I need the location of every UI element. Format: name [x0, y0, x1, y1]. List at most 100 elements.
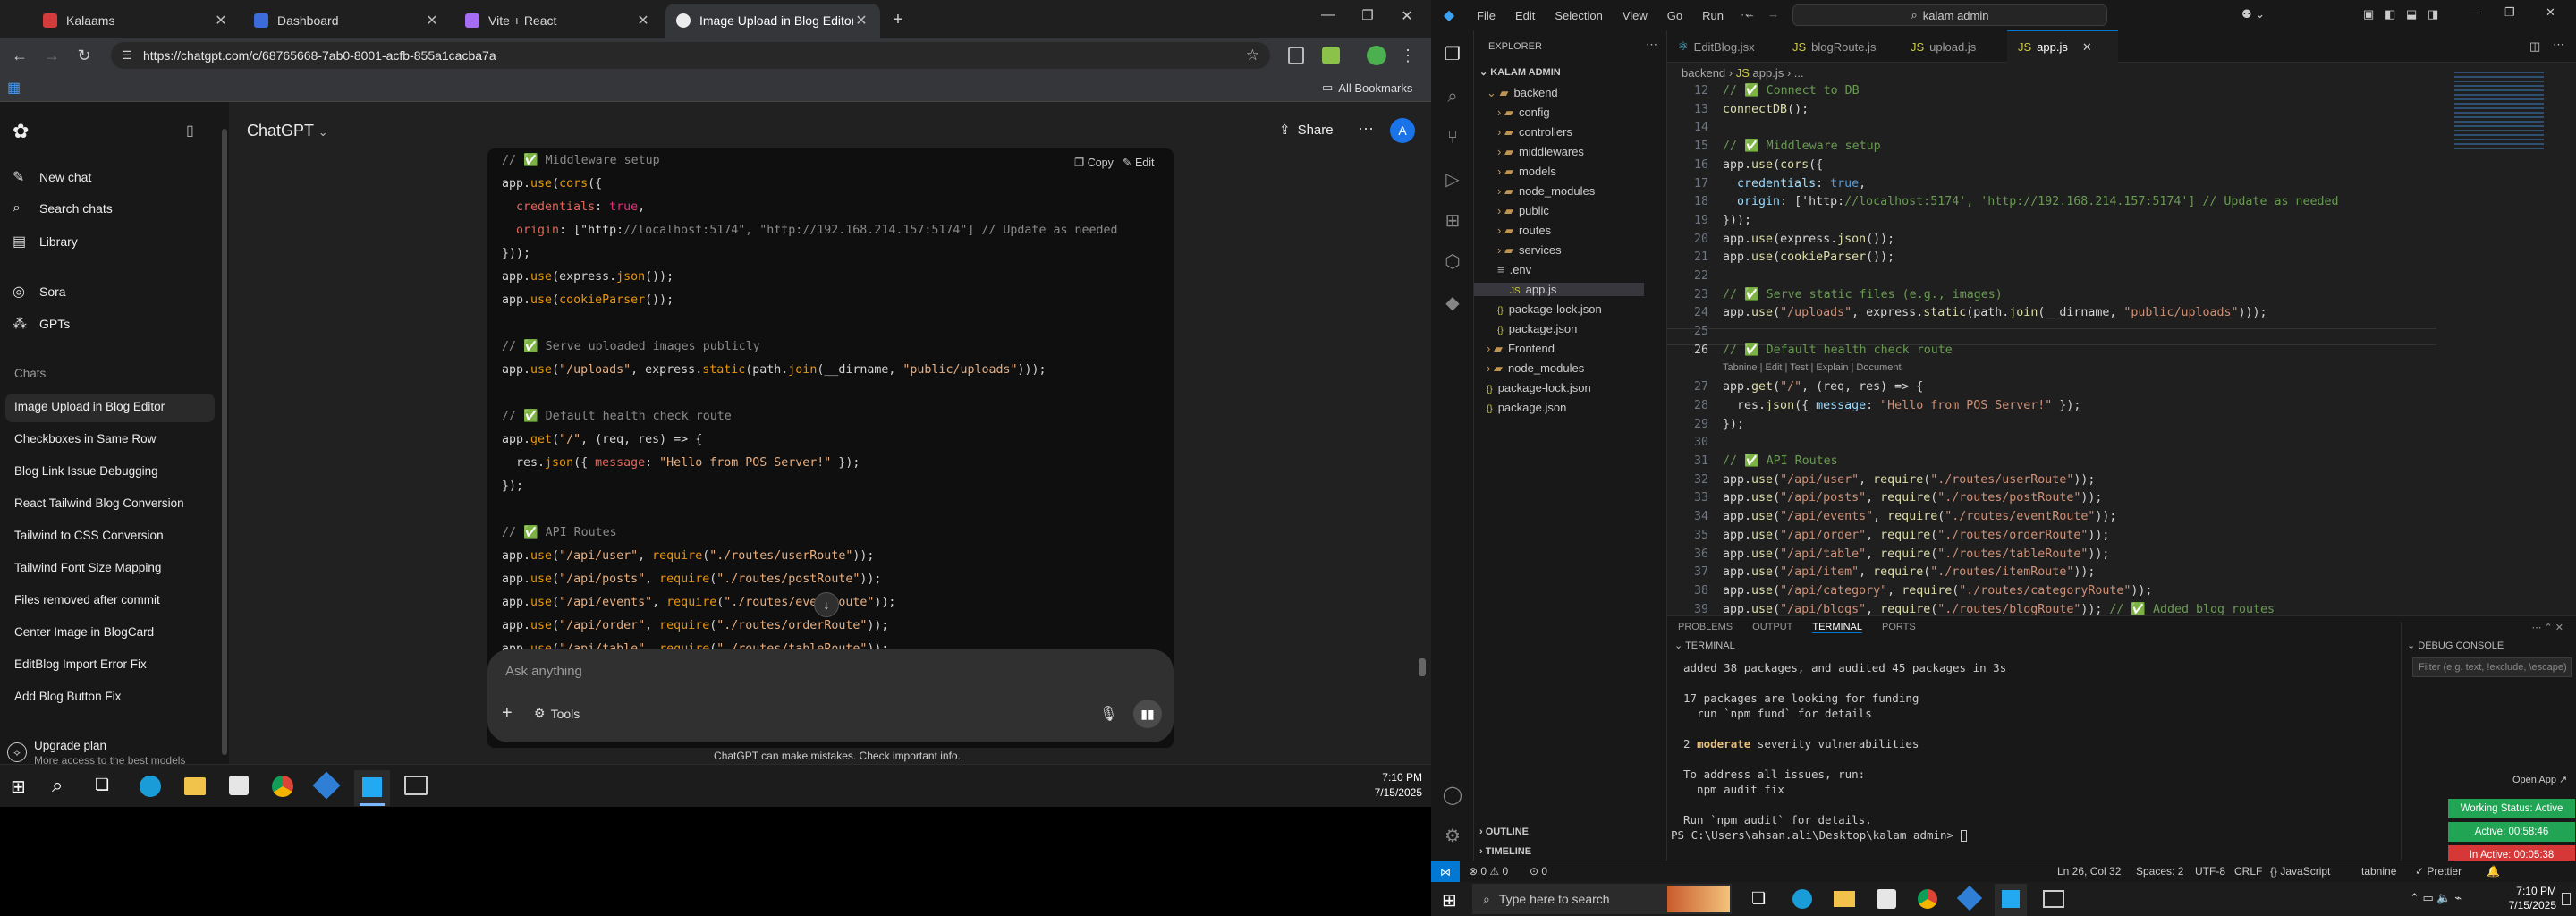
- tree-file[interactable]: {} package.json: [1487, 401, 1566, 414]
- back-icon[interactable]: ←: [9, 45, 30, 66]
- editor-tab[interactable]: JS upload.js: [1900, 30, 2007, 63]
- apps-grid-icon[interactable]: ▦: [7, 79, 21, 97]
- tree-folder[interactable]: › ▰ node_modules: [1497, 184, 1595, 199]
- tree-folder[interactable]: › ▰ Frontend: [1487, 342, 1555, 356]
- maximize-icon[interactable]: ❐: [1354, 7, 1381, 23]
- remote-indicator-icon[interactable]: ⋈: [1431, 861, 1460, 882]
- menu-file[interactable]: File: [1477, 9, 1496, 22]
- windows-start-icon[interactable]: ⊞: [1442, 889, 1457, 912]
- cursor-position[interactable]: Ln 26, Col 32: [2057, 865, 2121, 878]
- app-icon[interactable]: [312, 771, 341, 800]
- close-window-icon[interactable]: ✕: [2546, 5, 2555, 20]
- browser-tab[interactable]: Dashboard ✕: [243, 4, 451, 38]
- sidebar-scrollbar[interactable]: [222, 129, 227, 755]
- store-icon[interactable]: [229, 776, 249, 795]
- tab-terminal[interactable]: TERMINAL: [1812, 622, 1862, 633]
- store-icon[interactable]: [1877, 889, 1896, 909]
- nav-forward-icon[interactable]: →: [1767, 7, 1779, 21]
- problems-indicator[interactable]: ⊗ 0 ⚠ 0: [1469, 865, 1508, 878]
- page-scrollbar[interactable]: [1419, 658, 1426, 676]
- edge-icon[interactable]: [140, 776, 161, 797]
- encoding[interactable]: UTF-8: [2195, 865, 2225, 878]
- tree-folder[interactable]: › ▰ models: [1497, 165, 1556, 179]
- chat-history-item[interactable]: Files removed after commit: [14, 593, 160, 606]
- scroll-down-arrow-icon[interactable]: ↓: [814, 592, 839, 617]
- app-icon[interactable]: [1956, 885, 1983, 912]
- tree-folder[interactable]: › ▰ node_modules: [1487, 361, 1584, 376]
- sidebar-item-library[interactable]: ▤ Library: [13, 233, 78, 250]
- explorer-more-icon[interactable]: ⋯: [1646, 38, 1657, 52]
- new-tab-plus-icon[interactable]: +: [887, 9, 909, 30]
- codelens-actions[interactable]: Tabnine | Edit | Test | Explain | Docume…: [1723, 362, 1902, 373]
- tabnine-status[interactable]: tabnine: [2361, 865, 2396, 878]
- minimize-icon[interactable]: —: [1315, 7, 1342, 23]
- copy-code-button[interactable]: ❐ Copy: [1074, 156, 1114, 169]
- more-options-icon[interactable]: ⋯: [1358, 120, 1374, 139]
- windows-start-icon[interactable]: ⊞: [11, 776, 26, 798]
- tabnine-icon[interactable]: ◆: [1442, 292, 1463, 313]
- tree-file[interactable]: {} package-lock.json: [1487, 381, 1591, 394]
- tree-folder[interactable]: › ▰ public: [1497, 204, 1549, 218]
- extension-icon[interactable]: [1288, 47, 1304, 64]
- terminal-icon[interactable]: [404, 776, 428, 795]
- attach-plus-icon[interactable]: +: [502, 703, 513, 724]
- chrome-icon[interactable]: [272, 776, 293, 797]
- sidebar-toggle-icon[interactable]: ◧: [2385, 7, 2395, 21]
- menu-selection[interactable]: Selection: [1555, 9, 1602, 22]
- prettier-status[interactable]: ✓ Prettier: [2415, 865, 2462, 878]
- source-control-icon[interactable]: ⑂: [1442, 127, 1463, 148]
- settings-gear-icon[interactable]: ⚙: [1442, 825, 1463, 846]
- tree-folder[interactable]: ⌄ ▰ backend: [1487, 86, 1558, 100]
- split-editor-icon[interactable]: ◫: [2529, 39, 2540, 54]
- chat-history-item[interactable]: Blog Link Issue Debugging: [14, 464, 158, 478]
- accounts-icon[interactable]: ◯: [1442, 784, 1463, 805]
- notifications-bell-icon[interactable]: 🔔: [2487, 865, 2500, 878]
- tree-file[interactable]: {} package.json: [1497, 322, 1577, 335]
- tree-folder[interactable]: › ▰ controllers: [1497, 125, 1572, 140]
- search-icon[interactable]: ⌕: [1442, 86, 1463, 107]
- close-tab-icon[interactable]: ✕: [853, 12, 869, 30]
- browser-tab[interactable]: Kalaams ✕: [32, 4, 240, 38]
- debug-filter-input[interactable]: Filter (e.g. text, !exclude, \escape): [2412, 657, 2572, 677]
- browser-tab[interactable]: Vite + React ✕: [454, 4, 662, 38]
- chrome-menu-icon[interactable]: ⋮: [1397, 45, 1419, 66]
- close-tab-icon[interactable]: ✕: [635, 12, 651, 30]
- minimap[interactable]: [2454, 72, 2544, 152]
- edge-icon[interactable]: [1792, 889, 1812, 909]
- forward-icon[interactable]: →: [41, 45, 63, 66]
- extension-icon[interactable]: [1322, 47, 1340, 64]
- tree-folder[interactable]: › ▰ middlewares: [1497, 145, 1584, 159]
- menu-edit[interactable]: Edit: [1515, 9, 1535, 22]
- taskbar-active-app[interactable]: [354, 770, 390, 806]
- open-app-link[interactable]: Open App ↗: [2512, 774, 2567, 785]
- close-tab-icon[interactable]: ✕: [2082, 40, 2092, 55]
- sidebar-item-new-chat[interactable]: ✎ New chat: [13, 168, 91, 186]
- prompt-input[interactable]: Ask anything: [505, 664, 582, 679]
- copilot-icon[interactable]: ⚉ ⌄: [2241, 7, 2265, 21]
- taskbar-active-app[interactable]: [1995, 884, 2027, 916]
- menu-go[interactable]: Go: [1667, 9, 1682, 22]
- close-window-icon[interactable]: ✕: [1394, 7, 1420, 25]
- chat-history-item[interactable]: React Tailwind Blog Conversion: [14, 496, 184, 510]
- edit-code-button[interactable]: ✎ Edit: [1123, 156, 1155, 169]
- terminal-icon[interactable]: [2043, 890, 2064, 908]
- line-endings[interactable]: CRLF: [2234, 865, 2262, 878]
- editor-more-icon[interactable]: ⋯: [2553, 38, 2564, 52]
- chat-history-item[interactable]: Tailwind to CSS Conversion: [14, 529, 164, 542]
- chat-history-item[interactable]: Add Blog Button Fix: [14, 690, 121, 703]
- file-explorer-icon[interactable]: [184, 777, 206, 795]
- layout-toggle-icon[interactable]: ▣: [2363, 7, 2374, 21]
- menu-run[interactable]: Run: [1702, 9, 1724, 22]
- browser-tab-active[interactable]: Image Upload in Blog Editor ✕: [665, 4, 880, 38]
- minimize-icon[interactable]: —: [2469, 5, 2480, 19]
- maximize-icon[interactable]: ❐: [2504, 5, 2515, 20]
- tree-file[interactable]: JS app.js: [1474, 283, 1644, 296]
- tab-output[interactable]: OUTPUT: [1752, 622, 1792, 632]
- taskbar-clock[interactable]: 7:10 PM 7/15/2025: [1333, 770, 1422, 801]
- all-bookmarks-button[interactable]: ▭ All Bookmarks: [1322, 81, 1412, 95]
- openai-logo-icon[interactable]: ✿: [13, 120, 29, 143]
- taskbar-clock[interactable]: 7:10 PM 7/15/2025: [2485, 884, 2556, 912]
- outline-section[interactable]: › OUTLINE: [1479, 827, 1529, 837]
- reload-icon[interactable]: ↻: [73, 45, 95, 66]
- command-center-search[interactable]: ⌕ kalam admin: [1792, 4, 2107, 26]
